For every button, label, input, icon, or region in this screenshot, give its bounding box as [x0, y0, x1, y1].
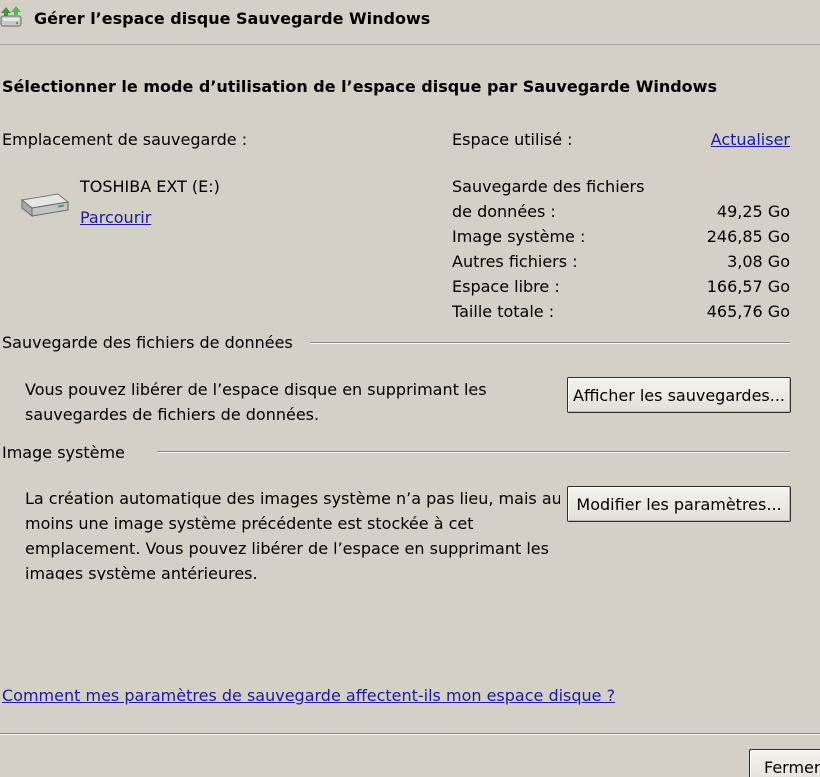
window-title: Gérer l’espace disque Sauvegarde Windows — [34, 9, 431, 28]
section-divider — [310, 342, 790, 344]
space-used-label: Espace utilisé : — [452, 130, 573, 149]
data-backup-section-title: Sauvegarde des fichiers de données — [2, 333, 293, 352]
data-backup-description: Vous pouvez libérer de l’espace disque e… — [25, 377, 555, 427]
usage-total-size-label: Taille totale : — [452, 302, 555, 321]
description-line: sauvegardes de fichiers de données. — [25, 405, 320, 424]
change-settings-button[interactable]: Modifier les paramètres... — [567, 486, 791, 522]
title-bar: Gérer l’espace disque Sauvegarde Windows — [0, 0, 820, 45]
usage-system-image-label: Image système : — [452, 227, 586, 246]
usage-data-value: 49,25 Go — [716, 202, 790, 221]
usage-data-label-line2: de données : — [452, 202, 556, 221]
usage-other-files-value: 3,08 Go — [727, 252, 790, 271]
description-line: emplacement. Vous pouvez libérer de l’es… — [25, 539, 549, 558]
manage-disk-space-dialog: Gérer l’espace disque Sauvegarde Windows… — [0, 0, 820, 777]
drive-name: TOSHIBA EXT (E:) — [80, 177, 220, 196]
usage-data-label-line1: Sauvegarde des fichiers — [452, 177, 645, 196]
usage-free-space-label: Espace libre : — [452, 277, 560, 296]
page-heading: Sélectionner le mode d’utilisation de l’… — [2, 77, 717, 96]
close-button[interactable]: Fermer — [749, 749, 820, 777]
footer-divider — [0, 733, 820, 735]
help-link[interactable]: Comment mes paramètres de sauvegarde aff… — [2, 683, 615, 708]
browse-link[interactable]: Parcourir — [80, 205, 151, 230]
view-backups-button[interactable]: Afficher les sauvegardes... — [567, 377, 791, 413]
section-divider — [157, 451, 790, 453]
description-line: La création automatique des images systè… — [25, 489, 560, 508]
description-line: Vous pouvez libérer de l’espace disque e… — [25, 380, 487, 399]
description-line: images système antérieures. — [25, 564, 258, 580]
usage-total-size-value: 465,76 Go — [706, 302, 790, 321]
usage-free-space-value: 166,57 Go — [706, 277, 790, 296]
external-drive-icon — [18, 186, 70, 222]
refresh-link[interactable]: Actualiser — [690, 127, 790, 152]
usage-system-image-value: 246,85 Go — [706, 227, 790, 246]
backup-disk-icon — [0, 4, 24, 30]
backup-location-label: Emplacement de sauvegarde : — [2, 130, 248, 149]
usage-other-files-label: Autres fichiers : — [452, 252, 578, 271]
system-image-section-title: Image système — [2, 443, 125, 462]
description-line: moins une image système précédente est s… — [25, 514, 474, 533]
system-image-description: La création automatique des images systè… — [25, 486, 560, 580]
